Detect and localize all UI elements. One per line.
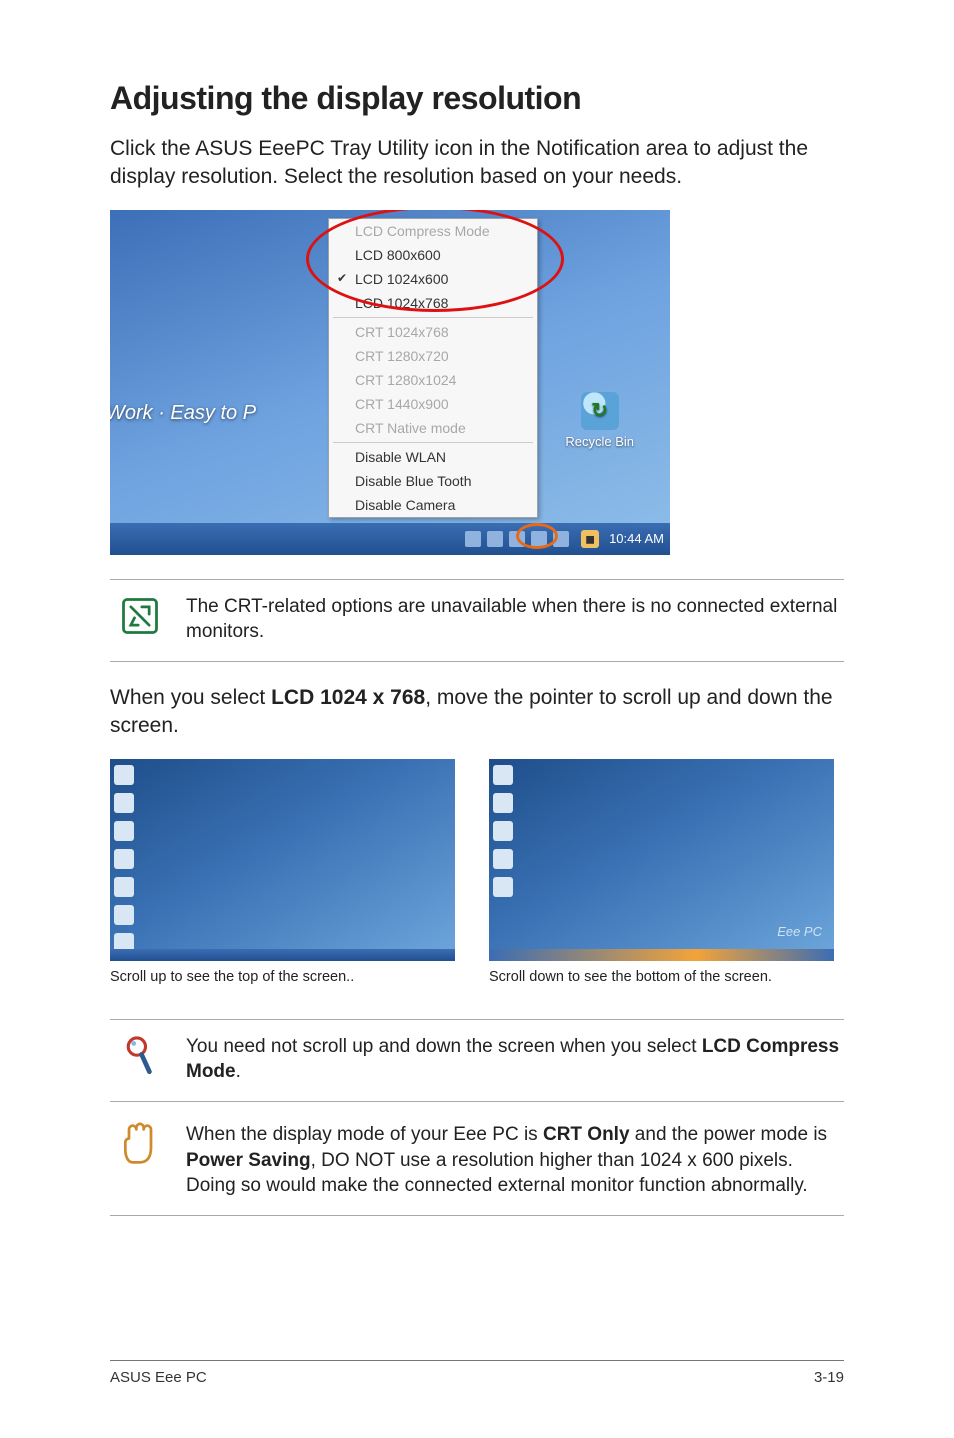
menu-item[interactable]: CRT 1440x900 <box>329 392 537 416</box>
text: . <box>236 1061 241 1082</box>
text: When you select <box>110 686 271 709</box>
tray-utility-icon[interactable]: ◼ <box>581 530 599 548</box>
menu-item[interactable]: CRT 1280x1024 <box>329 368 537 392</box>
tray-icon[interactable] <box>531 531 547 547</box>
intro-paragraph: Click the ASUS EeePC Tray Utility icon i… <box>110 135 844 192</box>
caption-row: Scroll up to see the top of the screen..… <box>110 969 844 985</box>
note-text: The CRT-related options are unavailable … <box>186 594 844 645</box>
eeepc-watermark: Eee PC <box>777 924 822 939</box>
magnifier-icon <box>118 1034 162 1078</box>
menu-item[interactable]: LCD 1024x600 <box>329 267 537 291</box>
page-footer: ASUS Eee PC 3-19 <box>110 1360 844 1386</box>
bold-text: LCD 1024 x 768 <box>271 686 425 709</box>
footer-left: ASUS Eee PC <box>110 1369 207 1386</box>
hand-icon <box>118 1122 162 1166</box>
menu-item[interactable]: LCD 800x600 <box>329 243 537 267</box>
menu-item[interactable]: CRT 1024x768 <box>329 320 537 344</box>
text: When the display mode of your Eee PC is <box>186 1124 543 1145</box>
taskbar-clock: 10:44 AM <box>609 531 664 546</box>
menu-separator <box>333 317 533 318</box>
body-paragraph: When you select LCD 1024 x 768, move the… <box>110 684 844 741</box>
tip-text: You need not scroll up and down the scre… <box>186 1034 844 1085</box>
context-menu: LCD Compress Mode LCD 800x600 LCD 1024x6… <box>328 218 538 518</box>
menu-separator <box>333 442 533 443</box>
screenshot-row: Eee PC <box>110 759 844 961</box>
recycle-bin-icon <box>581 392 619 430</box>
menu-item[interactable]: Disable Camera <box>329 493 537 517</box>
tray-icons <box>465 531 569 547</box>
taskbar <box>110 949 455 961</box>
screenshot-scroll-up <box>110 759 455 961</box>
screenshot-tray-menu: Work · Easy to P LCD Compress Mode LCD 8… <box>110 210 670 555</box>
bold-text: Power Saving <box>186 1150 311 1171</box>
text: You need not scroll up and down the scre… <box>186 1036 702 1057</box>
note-icon <box>118 594 162 638</box>
taskbar: ◼ 10:44 AM <box>110 523 670 555</box>
menu-item[interactable]: LCD Compress Mode <box>329 219 537 243</box>
note-block: The CRT-related options are unavailable … <box>110 579 844 662</box>
caution-text: When the display mode of your Eee PC is … <box>186 1122 844 1199</box>
menu-item[interactable]: CRT 1280x720 <box>329 344 537 368</box>
menu-item[interactable]: CRT Native mode <box>329 416 537 440</box>
menu-item[interactable]: LCD 1024x768 <box>329 291 537 315</box>
tip-block: You need not scroll up and down the scre… <box>110 1019 844 1102</box>
recycle-bin[interactable]: Recycle Bin <box>565 392 634 449</box>
caption-left: Scroll up to see the top of the screen.. <box>110 969 455 985</box>
desktop-slogan: Work · Easy to P <box>110 402 256 425</box>
footer-page-number: 3-19 <box>814 1369 844 1386</box>
tray-icon[interactable] <box>465 531 481 547</box>
page-heading: Adjusting the display resolution <box>110 80 844 117</box>
tray-icon[interactable] <box>509 531 525 547</box>
menu-item[interactable]: Disable Blue Tooth <box>329 469 537 493</box>
tray-icon[interactable] <box>553 531 569 547</box>
menu-item[interactable]: Disable WLAN <box>329 445 537 469</box>
bold-text: CRT Only <box>543 1124 630 1145</box>
taskbar <box>489 949 834 961</box>
recycle-bin-label: Recycle Bin <box>565 434 634 449</box>
caption-right: Scroll down to see the bottom of the scr… <box>489 969 834 985</box>
caution-block: When the display mode of your Eee PC is … <box>110 1108 844 1216</box>
screenshot-scroll-down: Eee PC <box>489 759 834 961</box>
desktop-icons <box>114 765 134 953</box>
desktop-icons <box>493 765 513 897</box>
tray-icon[interactable] <box>487 531 503 547</box>
text: and the power mode is <box>630 1124 828 1145</box>
